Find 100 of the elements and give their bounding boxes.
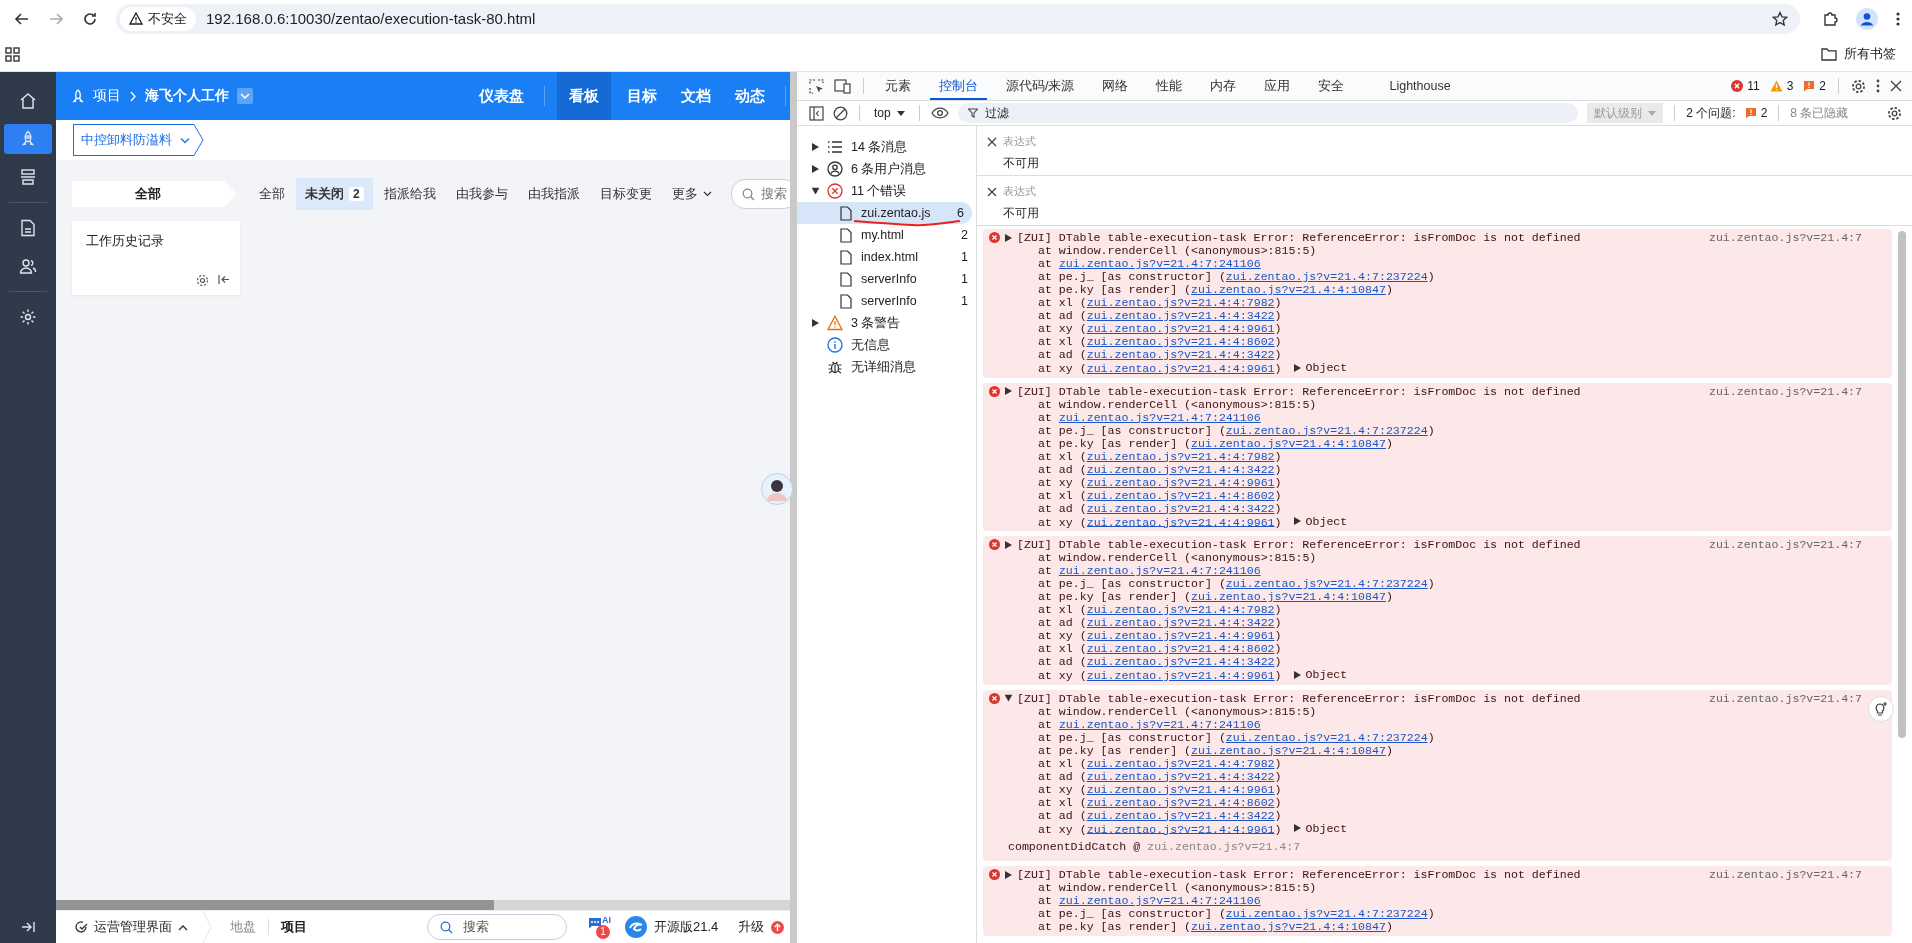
- expression-field[interactable]: 表达式: [1003, 134, 1036, 149]
- source-link[interactable]: zui.zentao.js?v=21.4:4:10847: [1191, 920, 1386, 933]
- source-link[interactable]: zui.zentao.js?v=21.4:7:241106: [1058, 410, 1261, 424]
- source-link[interactable]: zui.zentao.js?v=21.4:4:10847: [1191, 743, 1386, 757]
- insights-button[interactable]: [1868, 696, 1894, 722]
- dropdown-toggle-icon[interactable]: [237, 88, 253, 104]
- inspect-icon[interactable]: [809, 78, 824, 94]
- collapsed-triangle-icon[interactable]: [812, 143, 819, 151]
- devtools-tab[interactable]: 安全: [1309, 72, 1354, 100]
- source-link[interactable]: zui.zentao.js?v=21.4:4:3422: [1086, 501, 1275, 515]
- remove-expression-icon[interactable]: [987, 186, 997, 197]
- source-link[interactable]: zui.zentao.js?v=21.4:4:7982: [1086, 449, 1275, 463]
- expanded-triangle-icon[interactable]: [811, 187, 820, 195]
- source-link[interactable]: zui.zentao.js?v=21.4:4:3422: [1086, 616, 1275, 629]
- source-link[interactable]: zui.zentao.js?v=21.4:4:8602: [1086, 642, 1275, 655]
- file-filter-item[interactable]: zui.zentao.js 6: [797, 202, 972, 224]
- header-tab[interactable]: 动态: [727, 72, 773, 120]
- breadcrumb-link[interactable]: 地盘: [230, 918, 256, 936]
- close-icon[interactable]: [1890, 80, 1902, 92]
- devtools-tab[interactable]: 控制台: [930, 72, 987, 100]
- devtools-tab[interactable]: 内存: [1201, 72, 1246, 100]
- source-link[interactable]: zui.zentao.js?v=21.4:4:8602: [1086, 335, 1275, 348]
- object-toggle[interactable]: Object: [1293, 668, 1348, 681]
- context-selector[interactable]: top: [871, 106, 908, 120]
- devtools-tab[interactable]: Lighthouse: [1363, 72, 1477, 100]
- project-name[interactable]: 海飞个人工作: [145, 87, 229, 105]
- ai-assistant-button[interactable]: AI 1: [587, 915, 613, 939]
- puzzle-icon[interactable]: [1822, 10, 1838, 27]
- sidebar-group[interactable]: 11 个错误: [797, 180, 976, 202]
- source-link[interactable]: zui.zentao.js?v=21.4:7: [1708, 691, 1862, 705]
- source-link[interactable]: zui.zentao.js?v=21.4:7:237224: [1225, 730, 1428, 744]
- issue-count[interactable]: 2: [1744, 106, 1768, 120]
- sidebar-group[interactable]: 3 条警告: [797, 312, 976, 334]
- source-link[interactable]: zui.zentao.js?v=21.4:7: [1708, 384, 1862, 398]
- devtools-tab[interactable]: 源代码/来源: [997, 72, 1084, 100]
- filter-tab[interactable]: 更多: [662, 178, 721, 210]
- security-chip[interactable]: 不安全: [120, 6, 196, 31]
- sidebar-group[interactable]: 无详细消息: [797, 356, 976, 378]
- filter-tab[interactable]: 指派给我: [374, 178, 445, 210]
- sidebar-group[interactable]: 无信息: [797, 334, 976, 356]
- filter-tab[interactable]: 由我指派: [518, 178, 589, 210]
- settings-icon[interactable]: [1887, 105, 1902, 121]
- file-filter-item[interactable]: index.html 1: [797, 246, 976, 268]
- source-link[interactable]: zui.zentao.js?v=21.4:7: [1708, 538, 1862, 551]
- source-link[interactable]: zui.zentao.js?v=21.4:7:241106: [1058, 564, 1261, 577]
- source-link[interactable]: zui.zentao.js?v=21.4:7: [1708, 231, 1862, 244]
- source-link[interactable]: zui.zentao.js?v=21.4:4:3422: [1086, 655, 1275, 668]
- filter-tab[interactable]: 全部: [250, 178, 294, 210]
- devtools-tab[interactable]: 应用: [1255, 72, 1300, 100]
- source-link[interactable]: zui.zentao.js?v=21.4:7:237224: [1225, 907, 1428, 920]
- source-link[interactable]: zui.zentao.js?v=21.4:4:8602: [1086, 795, 1275, 809]
- expand-sidebar-icon[interactable]: [21, 921, 35, 933]
- collapsed-triangle-icon[interactable]: [812, 165, 819, 173]
- source-link[interactable]: zui.zentao.js?v=21.4:7:241106: [1058, 257, 1261, 270]
- source-link[interactable]: zui.zentao.js?v=21.4:7:237224: [1225, 577, 1428, 590]
- apps-grid-icon[interactable]: [5, 46, 20, 62]
- header-tab[interactable]: 看板: [557, 72, 611, 120]
- source-link[interactable]: zui.zentao.js?v=21.4:4:9961: [1086, 322, 1275, 335]
- source-link[interactable]: zui.zentao.js?v=21.4:7: [1708, 868, 1862, 881]
- filter-field[interactable]: 过滤: [957, 103, 1579, 123]
- more-options-icon[interactable]: [1876, 79, 1880, 93]
- collapsed-triangle-icon[interactable]: [1005, 387, 1012, 395]
- object-toggle[interactable]: Object: [1293, 821, 1348, 835]
- source-link[interactable]: zui.zentao.js?v=21.4:4:3422: [1086, 309, 1275, 322]
- source-link[interactable]: zui.zentao.js?v=21.4:4:3422: [1086, 462, 1275, 476]
- back-icon[interactable]: [14, 10, 30, 27]
- source-link[interactable]: zui.zentao.js?v=21.4:4:7982: [1086, 603, 1275, 616]
- expanded-triangle-icon[interactable]: [1004, 694, 1013, 702]
- header-tab[interactable]: 目标: [619, 72, 665, 120]
- avatar[interactable]: [761, 473, 793, 505]
- collapsed-triangle-icon[interactable]: [812, 319, 819, 327]
- source-link[interactable]: zui.zentao.js?v=21.4:7:241106: [1058, 717, 1261, 731]
- sidebar-toggle-icon[interactable]: [809, 105, 824, 121]
- source-link[interactable]: zui.zentao.js?v=21.4:4:9961: [1086, 668, 1275, 682]
- eye-icon[interactable]: [930, 107, 949, 119]
- source-link[interactable]: zui.zentao.js?v=21.4:7:237224: [1225, 423, 1428, 437]
- collapsed-triangle-icon[interactable]: [1005, 870, 1012, 879]
- source-link[interactable]: zui.zentao.js?v=21.4:4:9961: [1086, 822, 1275, 835]
- star-icon[interactable]: [1772, 10, 1788, 27]
- profile-avatar[interactable]: [1856, 7, 1878, 30]
- header-tab[interactable]: 文档: [673, 72, 719, 120]
- devtools-tab[interactable]: 性能: [1147, 72, 1192, 100]
- devtools-tab[interactable]: 网络: [1093, 72, 1138, 100]
- section-link[interactable]: 项目: [93, 87, 121, 105]
- devtools-tab[interactable]: 元素: [876, 72, 920, 100]
- source-link[interactable]: zui.zentao.js?v=21.4:4:9961: [1086, 475, 1275, 489]
- source-link[interactable]: zui.zentao.js?v=21.4:4:9961: [1086, 361, 1275, 375]
- filter-tab[interactable]: 目标变更: [590, 178, 661, 210]
- source-link[interactable]: zui.zentao.js?v=21.4:7: [1147, 840, 1301, 853]
- source-link[interactable]: zui.zentao.js?v=21.4:4:3422: [1086, 769, 1275, 783]
- filter-tab[interactable]: 未关闭 2: [296, 178, 373, 210]
- remove-expression-icon[interactable]: [987, 136, 997, 147]
- issue-count[interactable]: 2: [1803, 79, 1826, 93]
- sidebar-group[interactable]: 6 条用户消息: [797, 158, 976, 180]
- filter-tab[interactable]: 由我参与: [446, 178, 517, 210]
- collapsed-triangle-icon[interactable]: [1005, 233, 1012, 242]
- source-link[interactable]: zui.zentao.js?v=21.4:4:10847: [1191, 436, 1386, 450]
- file-filter-item[interactable]: serverInfo 1: [797, 268, 976, 290]
- source-link[interactable]: zui.zentao.js?v=21.4:4:10847: [1191, 283, 1386, 296]
- source-link[interactable]: zui.zentao.js?v=21.4:4:10847: [1191, 590, 1386, 603]
